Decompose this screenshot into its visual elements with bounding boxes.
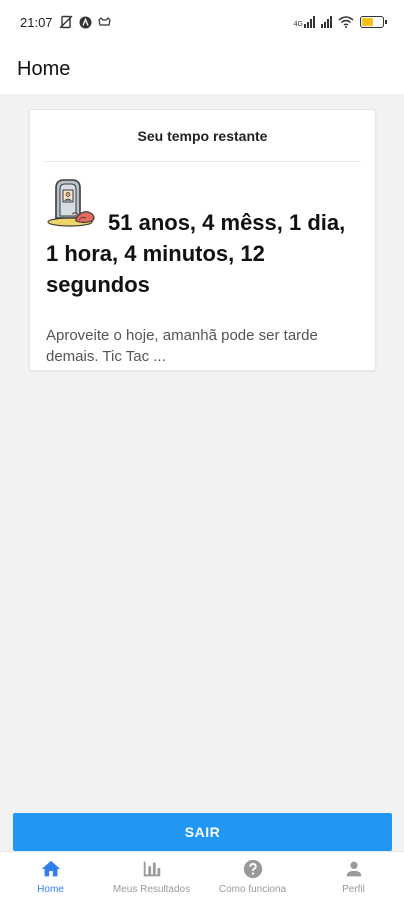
person-icon [346, 861, 361, 876]
page-title: Home [17, 57, 71, 80]
bar-chart-icon [143, 861, 160, 876]
tab-como-funciona[interactable]: Como funciona [202, 852, 303, 900]
signal-icon-2 [321, 16, 332, 28]
no-sim-icon [59, 15, 73, 29]
home-icon [41, 860, 60, 876]
wifi-icon [338, 16, 354, 28]
status-left: 21:07 [20, 15, 111, 30]
circle-a-icon [79, 16, 92, 28]
card-heading: Seu tempo restante [44, 110, 361, 162]
card-message: Aproveite o hoje, amanhã pode ser tarde … [46, 327, 318, 365]
app-header: Home [0, 44, 404, 94]
time-remaining-card: Seu tempo restante 51 anos, 4 mêss, 1 di… [29, 109, 376, 371]
help-icon [243, 859, 262, 878]
status-right: 4G [294, 16, 387, 28]
status-bar: 21:07 4G [0, 0, 404, 44]
tab-perfil[interactable]: Perfil [303, 852, 404, 900]
battery-fill [362, 18, 373, 26]
bottom-tab-bar: Home Meus Resultados Como funciona Perfi… [0, 851, 404, 900]
exit-button[interactable]: SAIR [13, 813, 392, 851]
signal-icon: 4G [294, 16, 315, 28]
battery-icon [360, 16, 387, 28]
card-body: 51 anos, 4 mêss, 1 dia, 1 hora, 4 minuto… [30, 162, 375, 300]
tab-home[interactable]: Home [0, 852, 101, 900]
tombstone-icon [47, 179, 95, 227]
tab-label: Meus Resultados [112, 883, 191, 895]
tab-label: Como funciona [218, 883, 287, 895]
tab-meus-resultados[interactable]: Meus Resultados [101, 852, 202, 900]
status-time: 21:07 [20, 14, 53, 30]
cat-icon [97, 17, 111, 26]
network-label: 4G [293, 21, 303, 28]
tab-label: Home [37, 883, 64, 895]
tab-label: Perfil [342, 883, 365, 895]
